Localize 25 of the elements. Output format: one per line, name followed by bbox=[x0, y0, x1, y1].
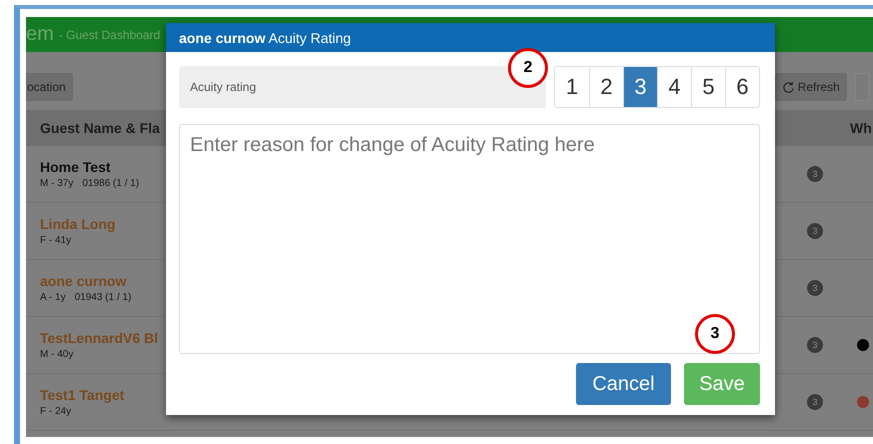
count-badge: 3 bbox=[807, 337, 823, 353]
guest-details: M - 40y bbox=[40, 349, 74, 360]
guest-name[interactable]: Home Test bbox=[40, 159, 166, 175]
rating-option[interactable]: 3 bbox=[623, 67, 657, 107]
save-button[interactable]: Save bbox=[684, 363, 760, 405]
record-number: 01986 (1 / 1) bbox=[82, 178, 140, 189]
count-badge: 3 bbox=[807, 223, 823, 239]
app-name: em bbox=[26, 23, 54, 46]
page-subtitle: - Guest Dashboard bbox=[58, 28, 160, 42]
dialog-title: aone curnow Acuity Rating bbox=[179, 30, 351, 46]
guest-details: M - 37y bbox=[40, 178, 74, 189]
count-badge: 3 bbox=[807, 166, 823, 182]
guest-details: F - 41y bbox=[40, 235, 72, 246]
record-number: 01943 (1 / 1) bbox=[74, 292, 132, 303]
count-badge: 3 bbox=[807, 280, 823, 296]
cancel-button[interactable]: Cancel bbox=[576, 363, 671, 405]
rating-option[interactable]: 6 bbox=[725, 67, 759, 107]
refresh-icon bbox=[782, 80, 795, 94]
guest-details: F - 24y bbox=[40, 406, 72, 417]
guest-details: A - 1y bbox=[40, 292, 66, 303]
refresh-button[interactable]: Refresh bbox=[774, 73, 847, 101]
column-header: Guest Name & Fla bbox=[39, 120, 161, 136]
count-badge: 3 bbox=[807, 394, 823, 410]
location-button[interactable]: ocation bbox=[26, 73, 73, 101]
column-header: Wh bbox=[850, 120, 873, 136]
